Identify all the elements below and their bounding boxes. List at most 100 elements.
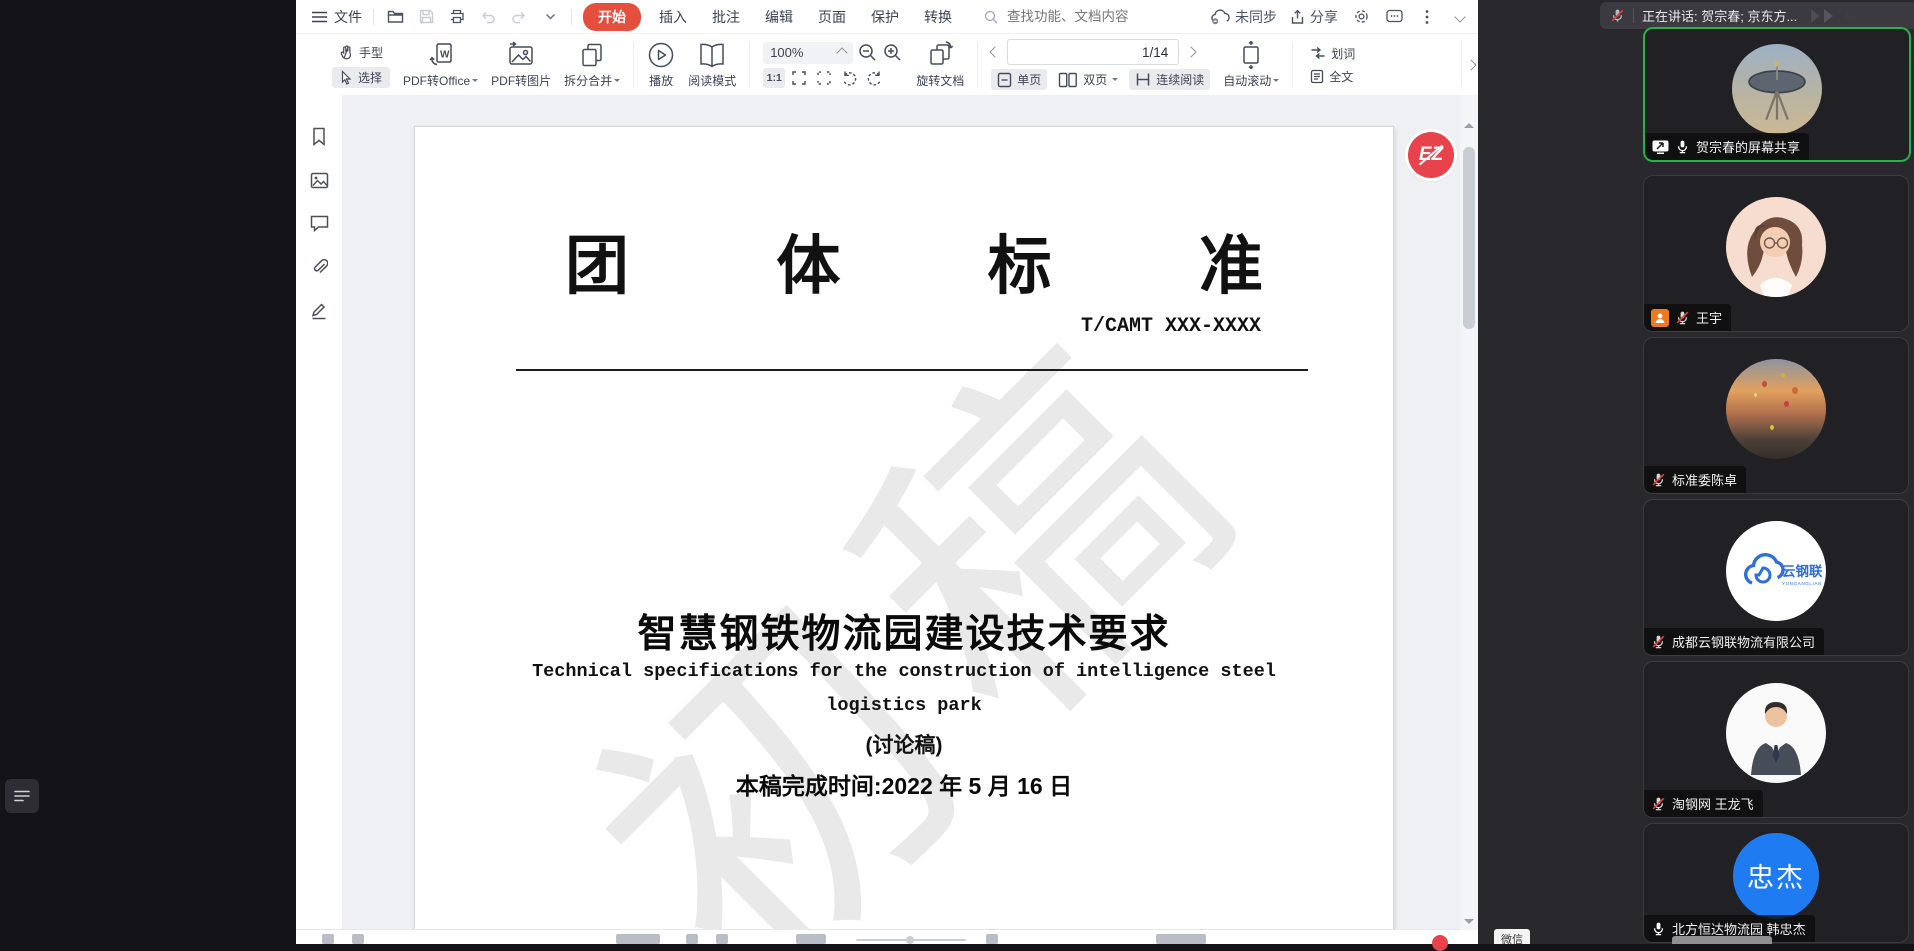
participant-tile[interactable]: 标准委陈卓 <box>1643 337 1909 494</box>
statusbar-icon[interactable] <box>686 934 698 944</box>
pdf-to-image-icon <box>506 41 536 69</box>
tab-home[interactable]: 开始 <box>583 3 641 31</box>
more-menu-button[interactable] <box>1417 7 1437 27</box>
participant-label: 贺宗春的屏幕共享 <box>1645 133 1809 160</box>
participant-label: 标准委陈卓 <box>1644 466 1746 493</box>
play-label: 播放 <box>649 72 673 89</box>
speaking-status-bar[interactable]: 正在讲话: 贺宗春; 京东方... <box>1600 2 1914 29</box>
statusbar-icon[interactable] <box>1156 934 1206 944</box>
promo-badge-button[interactable]: EZ <box>1408 132 1454 178</box>
comments-panel-button[interactable] <box>310 215 329 232</box>
more-commands-dropdown[interactable] <box>540 7 560 27</box>
thumbnails-panel-button[interactable] <box>310 172 329 189</box>
participant-tile[interactable]: 忠杰 北方恒达物流园 韩忠杰 <box>1643 823 1909 943</box>
statusbar-red-badge[interactable] <box>1432 935 1448 951</box>
auto-scroll-button[interactable]: 自动滚动 <box>1223 41 1279 89</box>
scrollbar-thumb[interactable] <box>1463 147 1475 329</box>
redo-button[interactable] <box>509 7 529 27</box>
print-button[interactable] <box>447 7 467 27</box>
participant-tile[interactable]: 淘钢网 王龙飞 <box>1643 661 1909 818</box>
actual-size-button[interactable]: 1:1 <box>763 68 785 88</box>
rotate-document-button[interactable]: 旋转文档 <box>916 41 964 89</box>
read-mode-button[interactable]: 阅读模式 <box>688 41 736 89</box>
statusbar-icon[interactable] <box>986 934 998 944</box>
bookmarks-panel-button[interactable] <box>310 127 328 146</box>
word-translate-button[interactable]: 划词 <box>1306 44 1359 63</box>
zoom-in-button[interactable] <box>881 43 903 63</box>
attachments-panel-button[interactable] <box>311 258 328 276</box>
search-box[interactable] <box>984 8 1160 25</box>
collapse-ribbon-button[interactable] <box>1450 7 1470 27</box>
hand-icon <box>339 44 354 60</box>
standard-number: T/CAMT XXX-XXXX <box>1081 315 1261 338</box>
zoom-level-dropdown[interactable]: 100% <box>763 42 853 64</box>
undo-button[interactable] <box>478 7 498 27</box>
fit-page-button[interactable] <box>788 68 810 88</box>
mic-muted-icon <box>1651 634 1666 649</box>
statusbar-icon[interactable] <box>796 934 826 944</box>
rotate-right-button[interactable] <box>863 68 885 88</box>
page-indicator-input[interactable] <box>1007 39 1179 65</box>
previous-page-button[interactable] <box>990 46 1001 57</box>
participant-tile[interactable]: 王宇 <box>1643 175 1909 332</box>
feedback-button[interactable] <box>1384 7 1404 27</box>
cloud-sync-icon <box>1209 9 1230 25</box>
open-file-button[interactable] <box>385 7 405 27</box>
mic-on-icon <box>1651 921 1666 936</box>
rotate-document-icon <box>925 41 955 69</box>
split-merge-button[interactable]: 拆分合并 <box>564 41 620 89</box>
statusbar-icon[interactable] <box>616 934 660 944</box>
file-menu[interactable]: 文件 <box>312 7 362 27</box>
statusbar-icon[interactable] <box>322 934 334 944</box>
tab-insert[interactable]: 插入 <box>652 5 694 29</box>
select-tool-label: 选择 <box>358 69 382 86</box>
tab-annotate[interactable]: 批注 <box>705 5 747 29</box>
hand-tool-button[interactable]: 手型 <box>332 42 390 63</box>
participant-tile[interactable]: 贺宗春的屏幕共享 <box>1643 27 1911 162</box>
status-bar <box>296 929 1460 944</box>
search-input[interactable] <box>1005 8 1149 25</box>
document-viewport[interactable]: 初稿 团 体 标 准 T/CAMT XXX-XXXX 智慧钢铁物流园建设技术要求… <box>342 95 1460 930</box>
host-badge-icon <box>1651 309 1669 327</box>
full-text-icon <box>1310 69 1324 84</box>
zoom-out-button[interactable] <box>856 43 878 63</box>
svg-text:YUNGANGLIAN: YUNGANGLIAN <box>1782 581 1822 586</box>
fit-width-button[interactable] <box>813 68 835 88</box>
statusbar-slider-handle[interactable] <box>906 936 914 944</box>
vertical-scrollbar[interactable] <box>1460 95 1478 930</box>
participant-name: 成都云钢联物流有限公司 <box>1672 632 1815 651</box>
share-button[interactable]: 分享 <box>1290 7 1338 27</box>
next-page-button[interactable] <box>1186 46 1197 57</box>
split-merge-icon <box>578 41 606 69</box>
sync-status-button[interactable]: 未同步 <box>1209 7 1277 27</box>
continuous-reading-button[interactable]: 连续阅读 <box>1129 69 1210 90</box>
wechat-taskbar-label[interactable]: 微信 <box>1494 929 1530 944</box>
signature-panel-button[interactable] <box>310 302 328 320</box>
tab-edit[interactable]: 编辑 <box>758 5 800 29</box>
translate-icon <box>1310 46 1326 60</box>
scroll-up-arrow[interactable] <box>1464 123 1474 128</box>
save-button[interactable] <box>416 7 436 27</box>
pdf-to-office-label: PDF转Office <box>403 72 470 89</box>
select-tool-button[interactable]: 选择 <box>332 67 390 88</box>
participant-label: 淘钢网 王龙飞 <box>1644 790 1763 817</box>
tab-convert[interactable]: 转换 <box>917 5 959 29</box>
toolbar-expand-button[interactable] <box>1467 56 1475 74</box>
participant-tile[interactable]: 云钢联YUNGANGLIAN 成都云钢联物流有限公司 <box>1643 499 1909 656</box>
pdf-to-image-button[interactable]: PDF转图片 <box>491 41 551 89</box>
double-page-button[interactable]: 双页 <box>1054 69 1122 90</box>
single-page-button[interactable]: 单页 <box>991 69 1047 90</box>
statusbar-icon[interactable] <box>352 934 364 944</box>
horizontal-rule <box>516 369 1308 371</box>
tab-page[interactable]: 页面 <box>811 5 853 29</box>
rotate-left-button[interactable] <box>838 68 860 88</box>
tab-protect[interactable]: 保护 <box>864 5 906 29</box>
desktop-notes-button[interactable] <box>5 779 39 813</box>
scroll-down-arrow[interactable] <box>1464 919 1474 924</box>
settings-button[interactable] <box>1351 7 1371 27</box>
statusbar-icon[interactable] <box>716 934 728 944</box>
divider <box>373 9 374 25</box>
full-translate-button[interactable]: 全文 <box>1306 67 1357 86</box>
pdf-to-office-button[interactable]: W PDF转Office <box>403 41 478 89</box>
play-button[interactable]: 播放 <box>647 41 675 89</box>
